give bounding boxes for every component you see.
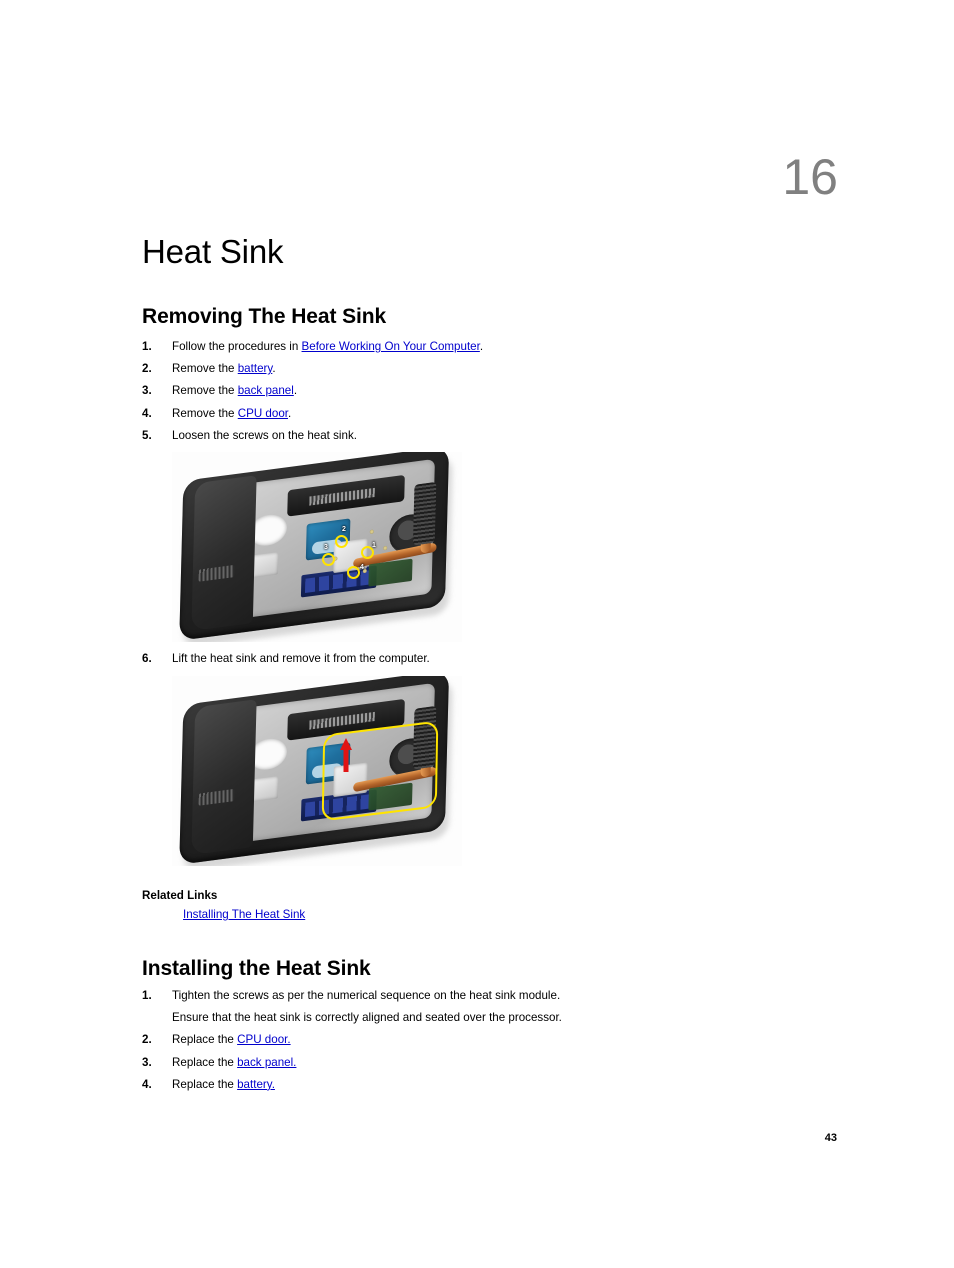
figure-lift-heatsink	[172, 676, 462, 866]
step-text-prefix: Remove the	[172, 384, 238, 398]
list-item: 1. Tighten the screws as per the numeric…	[142, 985, 782, 1029]
list-item: 6. Lift the heat sink and remove it from…	[142, 648, 782, 670]
step-text-prefix: Replace the	[172, 1033, 238, 1047]
list-item-number: 4.	[142, 406, 152, 420]
list-item-number: 2.	[142, 1033, 152, 1047]
list-item-number: 5.	[142, 428, 152, 442]
figure-loosen-screws: 1 2 3 4	[172, 452, 462, 642]
section-heading-installing: Installing the Heat Sink	[142, 957, 371, 981]
list-item-text: Follow the procedures in Before Working …	[172, 336, 782, 358]
list-item: 4. Replace the battery.	[142, 1074, 782, 1096]
list-item-number: 1.	[142, 989, 152, 1002]
link-before-working-on-your-computer[interactable]: Before Working On Your Computer	[302, 340, 480, 353]
link-battery[interactable]: battery	[238, 362, 273, 375]
list-item-number: 6.	[142, 652, 152, 665]
list-item-number: 1.	[142, 340, 152, 353]
list-item: 2. Remove the battery.	[142, 358, 782, 380]
step-text-prefix: Replace the	[172, 1077, 238, 1091]
steps-list-removing-continued: 6. Lift the heat sink and remove it from…	[142, 648, 782, 670]
step-text-suffix: .	[293, 384, 298, 398]
link-back-panel[interactable]: back panel.	[237, 1056, 296, 1069]
list-item-subtext: Ensure that the heat sink is correctly a…	[172, 1011, 562, 1025]
list-item-text: Lift the heat sink and remove it from th…	[172, 652, 430, 665]
list-item: 5. Loosen the screws on the heat sink.	[142, 425, 782, 447]
list-item-text: Replace the battery.	[172, 1074, 782, 1096]
list-item-number: 3.	[142, 384, 152, 398]
list-item-text: Replace the back panel.	[172, 1052, 782, 1074]
list-item-text: Remove the back panel.	[172, 380, 782, 402]
steps-list-removing: 1. Follow the procedures in Before Worki…	[142, 336, 782, 447]
list-item-number: 4.	[142, 1077, 152, 1091]
laptop-bottom-photo: 1 2 3 4	[172, 452, 462, 642]
page-number: 43	[824, 1132, 837, 1144]
step-text-prefix: Follow the procedures in	[172, 340, 302, 353]
link-cpu-door[interactable]: CPU door	[238, 407, 288, 420]
list-item: 2. Replace the CPU door.	[142, 1029, 782, 1051]
related-links-title: Related Links	[142, 889, 218, 902]
step-text-suffix: .	[288, 406, 292, 420]
steps-list-installing: 1. Tighten the screws as per the numeric…	[142, 985, 782, 1096]
document-page: 16 Heat Sink Removing The Heat Sink 1. F…	[0, 0, 954, 1268]
chapter-number: 16	[782, 149, 838, 205]
list-item-text: Remove the battery.	[172, 358, 782, 380]
list-item-text: Remove the CPU door.	[172, 403, 782, 425]
laptop-bottom-photo	[172, 676, 462, 866]
link-installing-the-heat-sink[interactable]: Installing The Heat Sink	[183, 908, 305, 921]
list-item-number: 2.	[142, 362, 152, 376]
step-text-prefix: Remove the	[172, 362, 238, 376]
list-item-text: Tighten the screws as per the numerical …	[172, 989, 561, 1002]
list-item-text: Replace the CPU door.	[172, 1029, 782, 1051]
section-heading-removing: Removing The Heat Sink	[142, 305, 387, 329]
page-title: Heat Sink	[142, 233, 284, 271]
step-text-suffix: .	[479, 340, 484, 353]
step-text-prefix: Replace the	[172, 1055, 238, 1069]
related-links-item: Installing The Heat Sink	[183, 905, 305, 924]
step-text-suffix: .	[272, 362, 276, 376]
related-links: Related Links Installing The Heat Sink	[142, 886, 305, 924]
list-item-text: Loosen the screws on the heat sink.	[172, 428, 357, 442]
link-cpu-door[interactable]: CPU door.	[237, 1033, 291, 1046]
step-text-prefix: Remove the	[172, 406, 238, 420]
link-back-panel[interactable]: back panel	[238, 384, 294, 397]
list-item: 1. Follow the procedures in Before Worki…	[142, 336, 782, 358]
list-item-number: 3.	[142, 1055, 152, 1069]
link-battery[interactable]: battery.	[237, 1078, 275, 1091]
list-item: 3. Remove the back panel.	[142, 380, 782, 402]
list-item: 3. Replace the back panel.	[142, 1052, 782, 1074]
list-item: 4. Remove the CPU door.	[142, 403, 782, 425]
